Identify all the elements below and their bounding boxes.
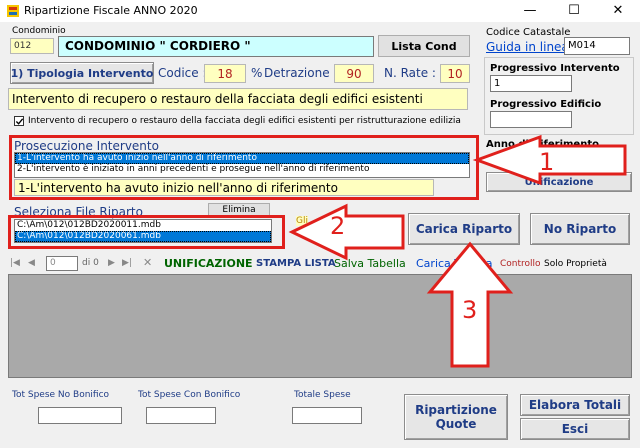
annotation-arrows [288,134,627,368]
annotation-number-2: 2 [330,212,346,240]
annotation-arrow-2 [288,203,405,261]
annotation-number-1: 1 [539,148,555,176]
annotation-number-3: 3 [462,296,478,324]
